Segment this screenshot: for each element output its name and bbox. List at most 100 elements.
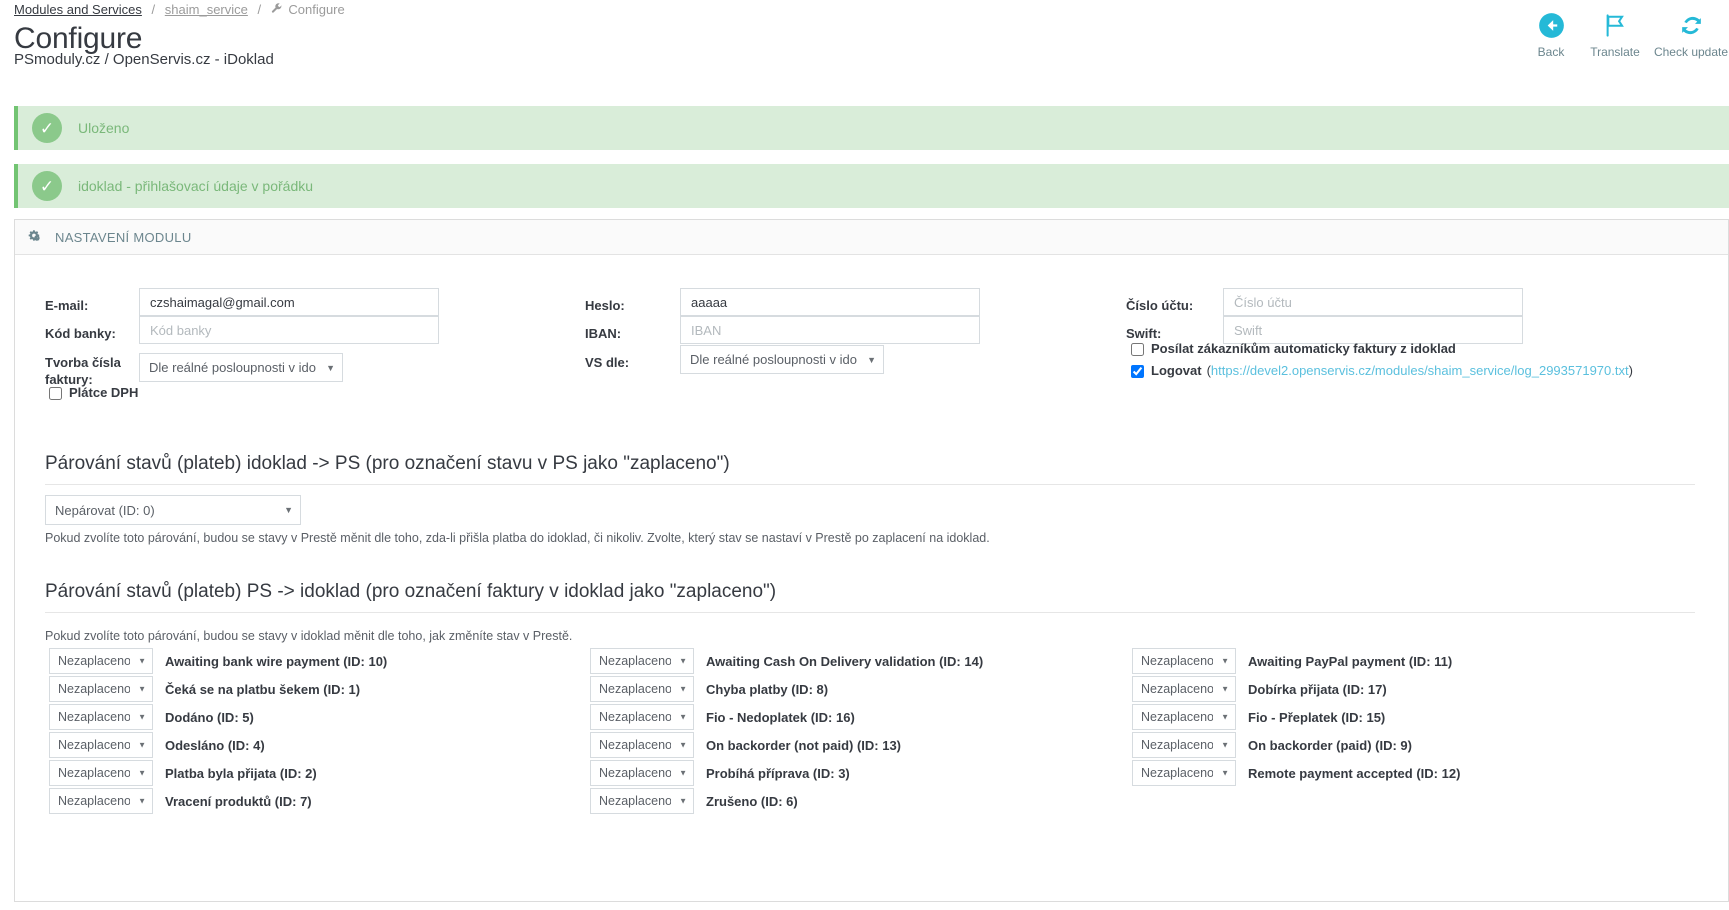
translate-label: Translate (1590, 45, 1640, 59)
status-select[interactable]: Nezaplaceno (590, 788, 694, 814)
status-select-wrap: Nezaplaceno▼ (1132, 648, 1236, 674)
swift-label: Swift: (1126, 326, 1161, 341)
status-select-wrap: Nezaplaceno▼ (590, 704, 694, 730)
email-input[interactable] (139, 288, 439, 316)
section1-help: Pokud zvolíte toto párování, budou se st… (45, 531, 1695, 545)
status-select-wrap: Nezaplaceno▼ (590, 648, 694, 674)
status-select[interactable]: Nezaplaceno (590, 648, 694, 674)
status-select-wrap: Nezaplaceno▼ (49, 732, 153, 758)
auto-invoices-checkbox[interactable] (1131, 343, 1144, 356)
check-update-button[interactable]: Check update (1653, 10, 1729, 59)
account-number-label: Číslo účtu: (1126, 298, 1193, 313)
status-mapping-row: Nezaplaceno▼On backorder (paid) (ID: 9) (1132, 731, 1460, 759)
password-input[interactable] (680, 288, 980, 316)
module-settings-panel: NASTAVENÍ MODULU E-mail: Kód banky: Tvor… (14, 219, 1729, 902)
status-select-wrap: Nezaplaceno▼ (49, 676, 153, 702)
status-select[interactable]: Nezaplaceno (1132, 704, 1236, 730)
vs-by-select[interactable]: Dle reálné posloupnosti v idoklad (680, 345, 884, 374)
alert-saved: ✓ Uloženo (14, 106, 1729, 150)
swift-input[interactable] (1223, 316, 1523, 344)
status-mapping-row: Nezaplaceno▼Chyba platby (ID: 8) (590, 675, 983, 703)
breadcrumb-current: Configure (288, 2, 344, 17)
status-label: Probíhá příprava (ID: 3) (706, 766, 850, 781)
panel-title: NASTAVENÍ MODULU (55, 230, 192, 245)
logging-checkbox[interactable] (1131, 365, 1144, 378)
status-label: Awaiting Cash On Delivery validation (ID… (706, 654, 983, 669)
status-select[interactable]: Nezaplaceno (49, 760, 153, 786)
status-select[interactable]: Nezaplaceno (1132, 648, 1236, 674)
invoice-number-select-wrap: Dle reálné posloupnosti v idoklad ▼ (139, 353, 343, 382)
status-select[interactable]: Nezaplaceno (1132, 760, 1236, 786)
iban-label-wrap: IBAN: (585, 325, 621, 343)
panel-header: NASTAVENÍ MODULU (15, 220, 1728, 255)
status-select-wrap: Nezaplaceno▼ (1132, 704, 1236, 730)
status-select[interactable]: Nezaplaceno (49, 732, 153, 758)
status-select-wrap: Nezaplaceno▼ (49, 760, 153, 786)
check-update-label: Check update (1654, 45, 1728, 59)
status-mapping-row: Nezaplaceno▼ Fio - Přeplatek (ID: 15) (1132, 703, 1460, 731)
status-select-wrap: Nezaplaceno▼ (49, 648, 153, 674)
auto-invoices-label: Posílat zákazníkům automaticky faktury z… (1151, 341, 1456, 356)
logging-row[interactable]: Logovat ( https://devel2.openservis.cz/m… (1131, 363, 1633, 378)
breadcrumb-shaim-service[interactable]: shaim_service (165, 2, 248, 17)
bank-code-label-wrap: Kód banky: (45, 325, 116, 343)
status-label: Čeká se na platbu šekem (ID: 1) (165, 682, 360, 697)
bank-code-label: Kód banky: (45, 326, 116, 341)
status-column-1: Nezaplaceno▼ Awaiting bank wire payment (… (49, 647, 387, 815)
account-number-input[interactable] (1223, 288, 1523, 316)
logging-close-paren: ) (1629, 363, 1633, 378)
vs-by-label: VS dle: (585, 355, 629, 370)
section1-select-wrap: Nepárovat (ID: 0) ▼ (45, 495, 301, 525)
status-select-wrap: Nezaplaceno▼ (1132, 760, 1236, 786)
status-select[interactable]: Nezaplaceno (1132, 676, 1236, 702)
status-label: Fio - Přeplatek (ID: 15) (1248, 710, 1385, 725)
status-select-wrap: Nezaplaceno▼ (1132, 676, 1236, 702)
vat-payer-row[interactable]: Plátce DPH (49, 385, 138, 400)
breadcrumb-modules-and-services[interactable]: Modules and Services (14, 2, 142, 17)
bank-code-input[interactable] (139, 316, 439, 344)
status-label: Awaiting bank wire payment (ID: 10) (165, 654, 387, 669)
back-label: Back (1538, 45, 1565, 59)
status-select[interactable]: Nezaplaceno (49, 648, 153, 674)
check-circle-icon: ✓ (32, 113, 62, 143)
status-select[interactable]: Nezaplaceno (590, 760, 694, 786)
status-mapping-row: Nezaplaceno▼ Vracení produktů (ID: 7) (49, 787, 387, 815)
flag-icon (1602, 10, 1629, 40)
status-select[interactable]: Nezaplaceno (590, 676, 694, 702)
account-number-label-wrap: Číslo účtu: (1126, 297, 1193, 315)
status-column-2: Nezaplaceno▼ Awaiting Cash On Delivery va… (590, 647, 983, 815)
status-mapping-row: Nezaplaceno▼On backorder (not paid) (ID:… (590, 731, 983, 759)
auto-invoices-row[interactable]: Posílat zákazníkům automaticky faktury z… (1131, 341, 1456, 356)
translate-button[interactable]: Translate (1577, 10, 1653, 59)
iban-label: IBAN: (585, 326, 621, 341)
status-mapping-row: Nezaplaceno▼ Remote payment accepted (ID:… (1132, 759, 1460, 787)
status-select[interactable]: Nezaplaceno (49, 788, 153, 814)
section2-help: Pokud zvolíte toto párování, budou se st… (45, 629, 1695, 643)
alert-credentials: ✓ idoklad - přihlašovací údaje v pořádku (14, 164, 1729, 208)
section1-pairing-select[interactable]: Nepárovat (ID: 0) (45, 495, 301, 525)
wrench-icon (271, 2, 282, 18)
status-mapping-row: Nezaplaceno▼Dodáno (ID: 5) (49, 703, 387, 731)
status-select[interactable]: Nezaplaceno (49, 676, 153, 702)
iban-input[interactable] (680, 316, 980, 344)
status-label: Vracení produktů (ID: 7) (165, 794, 312, 809)
logging-link[interactable]: https://devel2.openservis.cz/modules/sha… (1211, 363, 1629, 378)
status-select-wrap: Nezaplaceno▼ (590, 760, 694, 786)
status-select[interactable]: Nezaplaceno (1132, 732, 1236, 758)
status-column-3: Nezaplaceno▼Awaiting PayPal payment (ID:… (1132, 647, 1460, 787)
status-select[interactable]: Nezaplaceno (590, 704, 694, 730)
status-label: On backorder (paid) (ID: 9) (1248, 738, 1412, 753)
invoice-number-select[interactable]: Dle reálné posloupnosti v idoklad (139, 353, 343, 382)
panel-body: E-mail: Kód banky: Tvorba čísla faktury:… (15, 255, 1728, 902)
status-select[interactable]: Nezaplaceno (49, 704, 153, 730)
status-select[interactable]: Nezaplaceno (590, 732, 694, 758)
status-select-wrap: Nezaplaceno▼ (49, 788, 153, 814)
breadcrumb-separator-2: / (258, 2, 262, 17)
back-button[interactable]: Back (1525, 10, 1577, 59)
status-select-wrap: Nezaplaceno▼ (590, 676, 694, 702)
vat-payer-checkbox[interactable] (49, 387, 62, 400)
status-mapping-row: Nezaplaceno▼Dobírka přijata (ID: 17) (1132, 675, 1460, 703)
status-label: Remote payment accepted (ID: 12) (1248, 766, 1460, 781)
logging-label: Logovat (1151, 363, 1202, 378)
breadcrumb-separator-1: / (152, 2, 156, 17)
